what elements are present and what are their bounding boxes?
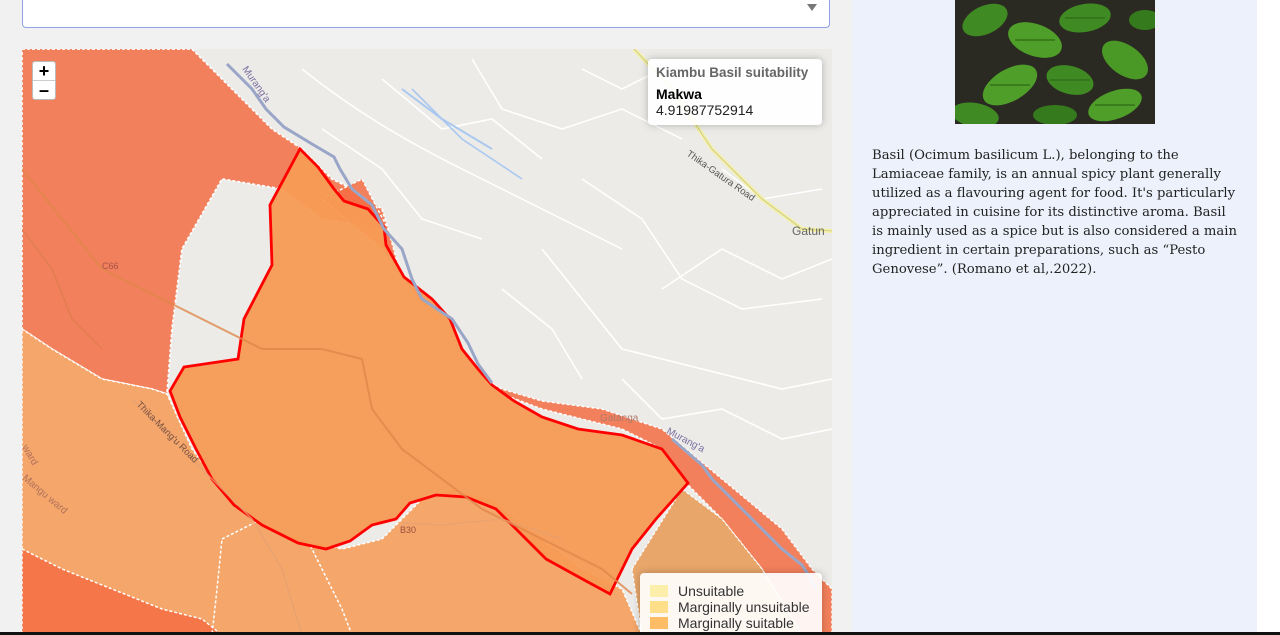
legend-swatch	[650, 617, 668, 629]
legend-label: Unsuitable	[678, 583, 745, 599]
label-c66: C66	[102, 261, 119, 271]
zoom-out-button[interactable]: –	[33, 80, 55, 99]
legend-swatch	[650, 585, 668, 597]
label-b30: B30	[400, 525, 416, 535]
basil-photo	[955, 0, 1155, 124]
chevron-down-icon[interactable]	[807, 4, 817, 11]
zoom-in-button[interactable]: +	[33, 62, 55, 80]
info-region-name: Makwa	[656, 86, 702, 102]
legend-swatch	[650, 601, 668, 613]
map-layer[interactable]: Murang'a Thika-Gatura Road Gatun C66 Thi…	[22, 49, 832, 635]
legend-item: Marginally unsuitable	[650, 599, 812, 615]
legend-label: Marginally suitable	[678, 615, 794, 631]
basil-description: Basil (Ocimum basilicum L.), belonging t…	[872, 148, 1238, 277]
label-gatanga: Gatanga	[600, 413, 639, 424]
map[interactable]: Murang'a Thika-Gatura Road Gatun C66 Thi…	[22, 49, 832, 635]
label-gatun: Gatun	[792, 224, 825, 238]
map-legend: Unsuitable Marginally unsuitable Margina…	[640, 573, 822, 635]
info-title: Kiambu Basil suitability	[656, 65, 809, 80]
label-river1: Murang'a	[240, 64, 273, 105]
legend-item: Marginally suitable	[650, 615, 812, 631]
region-select-dropdown[interactable]	[22, 0, 830, 28]
info-region-value: 4.91987752914	[656, 102, 754, 118]
legend-label: Marginally unsuitable	[678, 599, 810, 615]
right-panel: Basil (Ocimum basilicum L.), belonging t…	[852, 0, 1257, 635]
info-panel: Kiambu Basil suitability Makwa 4.9198775…	[648, 59, 822, 125]
zoom-control: + –	[32, 61, 56, 100]
legend-item: Unsuitable	[650, 583, 812, 599]
left-panel: Murang'a Thika-Gatura Road Gatun C66 Thi…	[0, 0, 852, 635]
